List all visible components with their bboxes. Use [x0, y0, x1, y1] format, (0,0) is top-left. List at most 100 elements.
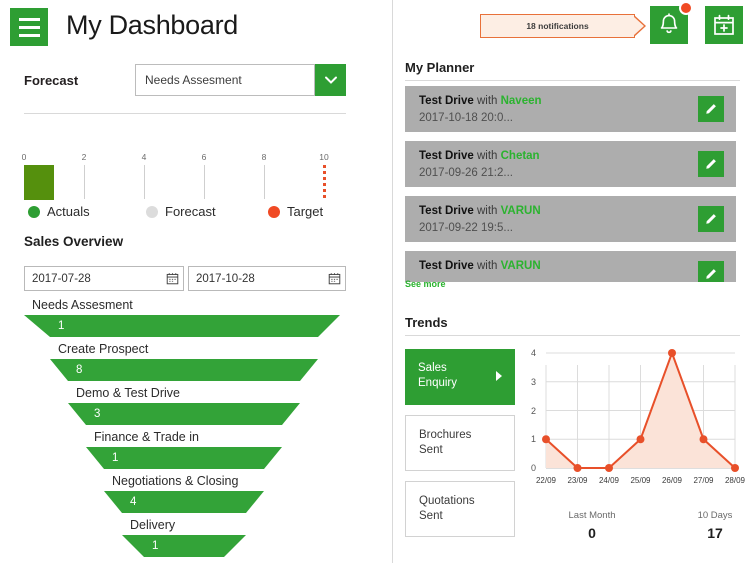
funnel-stage[interactable]: Needs Assesment 1	[0, 298, 395, 342]
legend-label: Forecast	[165, 204, 216, 219]
legend-item: Forecast	[146, 204, 216, 219]
trend-category-label-line2: Enquiry	[418, 377, 457, 389]
funnel-stage-value: 4	[130, 496, 137, 508]
menu-bar-2	[18, 25, 40, 29]
planner-item-activity: Test Drive	[419, 95, 474, 107]
pencil-edit-icon[interactable]	[698, 151, 724, 177]
planner-item-with: with	[473, 95, 501, 107]
funnel-stage-value: 1	[152, 540, 159, 552]
planner-item-person: Naveen	[500, 95, 542, 107]
chart-y-tick-label: 1	[530, 434, 536, 445]
planner-item-activity: Test Drive	[419, 260, 474, 272]
funnel-stage-value: 3	[94, 408, 101, 420]
funnel-stage[interactable]: Negotiations & Closing 4	[0, 474, 395, 518]
pencil-edit-icon[interactable]	[698, 96, 724, 122]
planner-divider	[405, 80, 740, 81]
bullet-tick-label: 4	[141, 152, 147, 162]
funnel-stage[interactable]: Create Prospect 8	[0, 342, 395, 386]
funnel-stage-label: Delivery	[130, 518, 176, 532]
planner-item-with: with	[473, 150, 501, 162]
chart-x-tick-label: 28/09	[724, 476, 746, 485]
planner-item-title: Test Drive with VARUN	[419, 260, 541, 272]
date-to-input[interactable]: 2017-10-28	[188, 266, 346, 291]
sales-funnel: Needs Assesment 1 Create Prospect 8 Demo & T…	[0, 298, 395, 563]
notifications-bell-button[interactable]	[650, 1, 693, 44]
trend-category-3[interactable]: Quotations Sent	[405, 481, 515, 537]
planner-item-title: Test Drive with VARUN	[419, 205, 541, 217]
chart-x-tick-label: 23/09	[567, 476, 588, 485]
pencil-edit-icon[interactable]	[698, 206, 724, 232]
add-event-button[interactable]	[705, 6, 743, 44]
bullet-tick-label: 6	[201, 152, 207, 162]
trends-line-chart: 0 1 2 3 4 22/09 23/09 24/09 25/09 26/09 27/09 28/09	[520, 345, 745, 520]
trend-category-label-line1: Quotations	[419, 495, 475, 507]
trend-category-2[interactable]: Brochures Sent	[405, 415, 515, 471]
funnel-stage-label: Demo & Test Drive	[76, 386, 180, 400]
calendar-icon[interactable]	[161, 272, 183, 285]
funnel-stage-label: Negotiations & Closing	[112, 474, 239, 488]
funnel-stage[interactable]: Delivery 1	[0, 518, 395, 562]
bullet-tick-line	[84, 165, 85, 199]
calendar-add-icon	[714, 14, 734, 35]
funnel-stage-band: 1	[122, 535, 246, 557]
chart-data-point	[731, 464, 739, 472]
planner-item-with: with	[473, 205, 501, 217]
header-divider	[24, 113, 346, 114]
planner-list: Test Drive with Naveen 2017-10-18 20:0...…	[405, 86, 736, 282]
trends-divider	[405, 335, 740, 336]
sales-overview-title: Sales Overview	[24, 234, 124, 249]
date-from-input[interactable]: 2017-07-28	[24, 266, 184, 291]
funnel-stage-band: 3	[68, 403, 300, 425]
forecast-select-value: Needs Assesment	[135, 64, 315, 96]
bullet-chart: 0 2 4 6 8 10	[22, 152, 329, 200]
chart-data-point	[605, 464, 613, 472]
planner-item[interactable]: Test Drive with Chetan 2017-09-26 21:2...	[405, 141, 736, 187]
chart-x-tick-label: 26/09	[661, 476, 683, 485]
planner-item-datetime: 2017-09-22 19:5...	[419, 222, 513, 234]
forecast-label: Forecast	[24, 73, 79, 88]
trends-footer-label: Last Month	[568, 510, 616, 521]
planner-item-person: VARUN	[500, 205, 541, 217]
funnel-stage[interactable]: Demo & Test Drive 3	[0, 386, 395, 430]
trend-category-1[interactable]: Sales Enquiry	[405, 349, 515, 405]
chart-x-tick-label: 27/09	[693, 476, 714, 485]
chart-data-point	[668, 349, 676, 357]
forecast-select[interactable]: Needs Assesment	[135, 64, 346, 96]
funnel-stage[interactable]: Finance & Trade in 1	[0, 430, 395, 474]
planner-item[interactable]: Test Drive with VARUN	[405, 251, 736, 282]
date-from-value: 2017-07-28	[32, 272, 91, 285]
legend-item: Target	[268, 204, 323, 219]
see-more-link[interactable]: See more	[405, 279, 446, 289]
funnel-stage-value: 1	[112, 452, 119, 464]
funnel-stage-band: 1	[86, 447, 282, 469]
trend-category-label-line1: Brochures	[419, 429, 472, 441]
planner-item[interactable]: Test Drive with VARUN 2017-09-22 19:5...	[405, 196, 736, 242]
calendar-icon[interactable]	[323, 272, 345, 285]
legend-dot-icon	[28, 205, 40, 218]
menu-bar-3	[18, 33, 40, 37]
chart-x-tick-label: 24/09	[598, 476, 620, 485]
pencil-edit-icon[interactable]	[698, 261, 724, 282]
chart-x-tick-label: 25/09	[630, 476, 651, 485]
left-pane: My Dashboard Forecast Needs Assesment 0 2…	[0, 0, 395, 563]
chart-y-tick-label: 4	[530, 348, 536, 358]
chart-y-tick-label: 0	[530, 463, 536, 473]
bullet-tick-label: 8	[261, 152, 267, 162]
funnel-stage-band: 4	[104, 491, 264, 513]
bullet-chart-legend: Actuals Forecast Target	[28, 204, 348, 222]
hamburger-menu-icon[interactable]	[10, 8, 48, 46]
planner-item-datetime: 2017-09-26 21:2...	[419, 167, 513, 179]
funnel-stage-label: Create Prospect	[58, 342, 149, 356]
chevron-right-icon	[496, 371, 502, 381]
funnel-stage-value: 1	[58, 320, 65, 332]
chart-data-point	[699, 435, 708, 444]
planner-title: My Planner	[405, 60, 475, 75]
bullet-actual-bar	[24, 165, 54, 200]
notifications-badge	[679, 1, 693, 15]
planner-item[interactable]: Test Drive with Naveen 2017-10-18 20:0...	[405, 86, 736, 132]
planner-item-activity: Test Drive	[419, 150, 474, 162]
legend-label: Actuals	[47, 204, 90, 219]
planner-item-datetime: 2017-10-18 20:0...	[419, 112, 513, 124]
notifications-banner[interactable]: 18 notifications	[480, 14, 635, 38]
chevron-down-icon[interactable]	[315, 64, 346, 96]
